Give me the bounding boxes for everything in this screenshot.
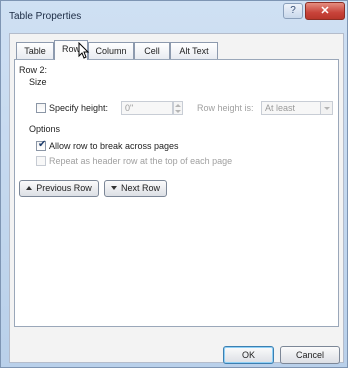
repeat-header-label: Repeat as header row at the top of each …	[49, 156, 233, 166]
row-height-is-label: Row height is:	[197, 103, 254, 113]
next-row-label: Next Row	[120, 183, 160, 193]
triangle-down-icon	[110, 186, 117, 190]
close-button[interactable]: ✕	[305, 2, 345, 20]
tab-alt-text[interactable]: Alt Text	[170, 42, 218, 59]
chevron-down-icon	[320, 102, 332, 114]
table-properties-dialog: Table Properties ? ✕ Table Row Column Ce…	[0, 0, 348, 368]
next-row-button[interactable]: Next Row	[104, 180, 167, 197]
previous-row-button[interactable]: Previous Row	[19, 180, 99, 197]
tab-table[interactable]: Table	[16, 42, 54, 59]
height-input[interactable]: 0"	[121, 101, 173, 115]
dialog-body: Table Row Column Cell Alt Text Row 2: Si…	[9, 33, 344, 364]
spin-up-icon	[175, 104, 181, 107]
repeat-header-checkbox[interactable]	[36, 156, 46, 166]
row-title: Row 2:	[19, 65, 48, 75]
ok-button[interactable]: OK	[223, 346, 274, 364]
row-height-is-value: At least	[265, 103, 296, 113]
tab-cell[interactable]: Cell	[134, 42, 170, 59]
allow-break-label: Allow row to break across pages	[49, 141, 179, 151]
allow-break-checkbox[interactable]: ✔	[36, 139, 47, 151]
size-heading: Size	[29, 77, 47, 87]
checkmark-icon: ✔	[38, 139, 47, 150]
triangle-up-icon	[26, 186, 33, 190]
help-button[interactable]: ?	[283, 3, 303, 19]
options-heading: Options	[29, 124, 61, 134]
specify-height-checkbox[interactable]	[36, 103, 46, 113]
row-height-is-select[interactable]: At least	[261, 101, 333, 115]
height-spinner[interactable]	[173, 101, 183, 115]
mouse-pointer-icon	[78, 42, 90, 59]
cancel-button[interactable]: Cancel	[280, 346, 340, 364]
row-tab-page: Row 2: Size Specify height: 0" Row heigh…	[14, 59, 339, 327]
spin-down-icon	[175, 110, 181, 113]
dialog-title: Table Properties	[9, 11, 82, 22]
previous-row-label: Previous Row	[36, 183, 92, 193]
specify-height-label: Specify height:	[49, 103, 109, 113]
tab-column[interactable]: Column	[88, 42, 134, 59]
